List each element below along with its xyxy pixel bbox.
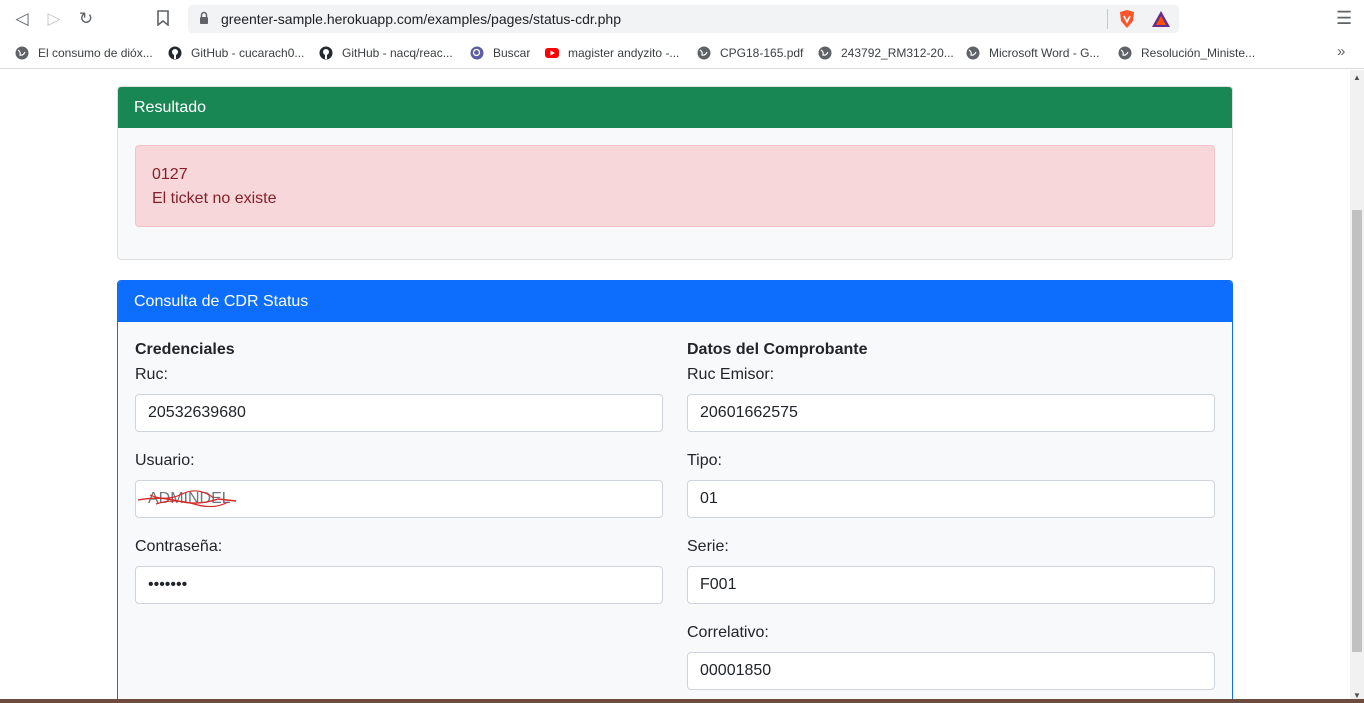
password-input[interactable]: ••••••• (135, 566, 663, 604)
voucher-title: Datos del Comprobante (687, 341, 868, 358)
user-input[interactable]: ADMINDEL (135, 480, 663, 518)
bookmark-item[interactable]: CPG18-165.pdf (697, 44, 803, 62)
form-card-title: Consulta de CDR Status (118, 281, 1232, 322)
os-taskbar-edge (0, 699, 1364, 703)
bookmark-item[interactable]: 243792_RM312-20... (818, 44, 954, 62)
tipo-label: Tipo: (687, 452, 722, 469)
scroll-up-icon[interactable]: ▲ (1353, 73, 1361, 82)
password-label: Contraseña: (135, 538, 223, 555)
back-icon[interactable]: ◁ (12, 9, 32, 29)
globe-icon (697, 46, 711, 60)
bookmarks-bar: El consumo de dióx... GitHub - cucarach0… (0, 38, 1364, 69)
bookmark-label: GitHub - cucarach0... (191, 46, 305, 60)
user-label: Usuario: (135, 452, 195, 469)
bookmark-label: El consumo de dióx... (38, 46, 153, 60)
result-card: Resultado 0127 El ticket no existe (117, 86, 1233, 260)
credentials-title: Credenciales (135, 341, 235, 358)
search-site-icon (470, 46, 484, 60)
serie-input[interactable]: F001 (687, 566, 1215, 604)
result-card-title: Resultado (118, 87, 1232, 128)
reload-icon[interactable]: ↻ (76, 9, 96, 29)
bookmarks-overflow-icon[interactable]: » (1337, 43, 1345, 60)
youtube-icon (545, 48, 559, 58)
error-code: 0127 (152, 166, 188, 183)
tipo-input[interactable]: 01 (687, 480, 1215, 518)
bookmark-item[interactable]: Buscar (470, 44, 530, 62)
bookmark-item[interactable]: Microsoft Word - G... (966, 44, 1099, 62)
correlativo-label: Correlativo: (687, 624, 769, 641)
address-divider (1107, 9, 1108, 29)
bookmark-page-icon[interactable] (157, 10, 169, 31)
bookmark-item[interactable]: GitHub - cucarach0... (168, 44, 304, 62)
url-text: greenter-sample.herokuapp.com/examples/p… (221, 11, 621, 27)
error-message: El ticket no existe (152, 190, 277, 207)
address-bar[interactable]: greenter-sample.herokuapp.com/examples/p… (188, 5, 1179, 33)
page-scrollbar[interactable]: ▲ ▼ (1350, 70, 1364, 703)
globe-icon (966, 46, 980, 60)
bookmark-label: GitHub - nacq/reac... (342, 46, 453, 60)
bookmark-label: Microsoft Word - G... (989, 46, 1100, 60)
ruc-emisor-input[interactable]: 20601662575 (687, 394, 1215, 432)
brave-shield-icon[interactable] (1118, 9, 1136, 34)
page-viewport: Resultado 0127 El ticket no existe Consu… (0, 70, 1350, 703)
globe-icon (15, 46, 29, 60)
redaction-scribble (138, 490, 237, 508)
bookmark-label: Buscar (493, 46, 531, 60)
bookmark-item[interactable]: Resolución_Ministe... (1118, 44, 1255, 62)
github-icon (168, 46, 182, 60)
ruc-input[interactable]: 20532639680 (135, 394, 663, 432)
bookmark-label: CPG18-165.pdf (720, 46, 804, 60)
browser-menu-icon[interactable]: ☰ (1336, 8, 1352, 28)
bookmark-label: Resolución_Ministe... (1141, 46, 1256, 60)
brave-rewards-icon[interactable] (1151, 10, 1171, 33)
bookmark-item[interactable]: GitHub - nacq/reac... (319, 44, 453, 62)
cdr-status-form-card: Consulta de CDR Status Credenciales Ruc:… (117, 280, 1233, 703)
forward-icon[interactable]: ▷ (44, 9, 64, 29)
correlativo-input[interactable]: 00001850 (687, 652, 1215, 690)
ruc-label: Ruc: (135, 366, 168, 383)
globe-icon (1118, 46, 1132, 60)
bookmark-label: 243792_RM312-20... (841, 46, 954, 60)
github-icon (319, 46, 333, 60)
error-alert: 0127 El ticket no existe (135, 145, 1215, 227)
scrollbar-thumb[interactable] (1352, 210, 1362, 652)
lock-icon (200, 11, 208, 24)
bookmark-label: magister andyzito -... (568, 46, 680, 60)
ruc-emisor-label: Ruc Emisor: (687, 366, 775, 383)
bookmark-item[interactable]: magister andyzito -... (545, 44, 679, 62)
browser-toolbar: ◁ ▷ ↻ greenter-sample.herokuapp.com/exam… (0, 0, 1364, 38)
bookmark-item[interactable]: El consumo de dióx... (15, 44, 153, 62)
serie-label: Serie: (687, 538, 729, 555)
globe-icon (818, 46, 832, 60)
